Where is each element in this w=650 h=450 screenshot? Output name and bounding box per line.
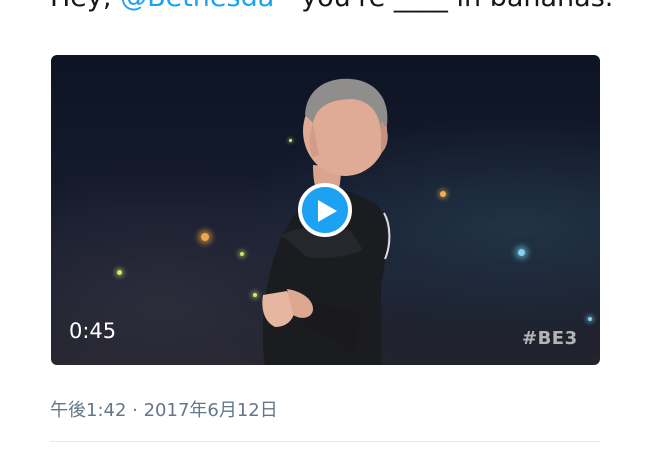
censored-word: ____ (394, 0, 448, 13)
tweet-text-middle: - you're (274, 0, 394, 13)
divider (50, 441, 600, 442)
broadcast-watermark: #BE3 (522, 328, 578, 349)
video-duration: 0:45 (69, 319, 117, 343)
play-icon (318, 200, 337, 222)
tweet-text: Hey, @Bethesda - you're ____ in bananas. (50, 0, 613, 18)
tweet-timestamp[interactable]: 午後1:42 · 2017年6月12日 (50, 396, 278, 422)
tweet-text-start: Hey, (50, 0, 120, 13)
video-player[interactable]: 0:45 #BE3 (51, 55, 600, 365)
play-button[interactable] (298, 183, 352, 237)
tweet-text-end: in bananas. (448, 0, 614, 13)
mention-link[interactable]: @Bethesda (120, 0, 274, 13)
